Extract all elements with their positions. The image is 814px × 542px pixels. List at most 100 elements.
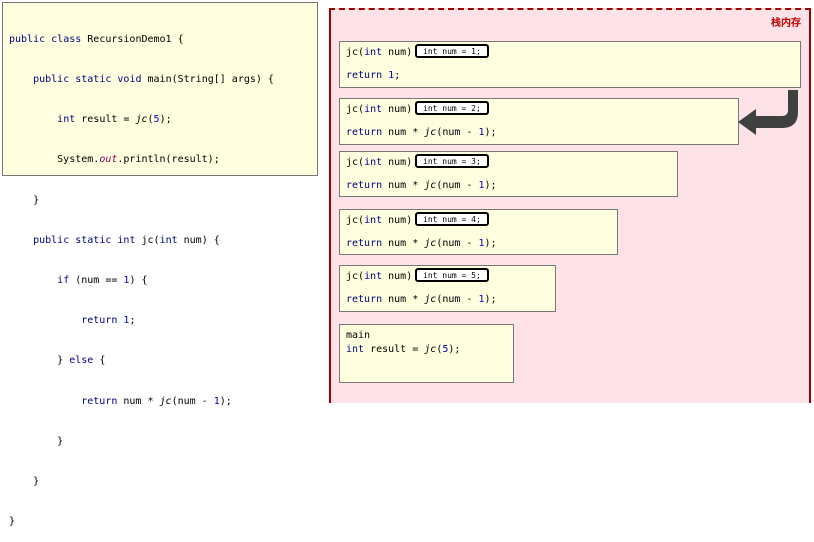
frame-return: return num * jc(num - 1); — [346, 238, 497, 249]
kw-else: else — [69, 355, 94, 367]
stack-frame-num-5: jc(int num) int num = 5; return num * jc… — [339, 265, 556, 312]
frame-return: return num * jc(num - 1); — [346, 127, 497, 138]
code-text: ); — [484, 127, 497, 138]
code-line-1: public class RecursionDemo1 { — [9, 33, 311, 46]
frame-title: main — [346, 330, 371, 341]
method-call: jc — [424, 294, 437, 305]
signature-name: jc( — [346, 215, 365, 226]
kw-return: return — [346, 238, 383, 249]
signature-param: num) — [382, 271, 413, 282]
stack-frame-num-4: jc(int num) int num = 4; return num * jc… — [339, 209, 618, 255]
kw-return: return — [81, 315, 118, 327]
method-call: jc — [424, 127, 437, 138]
frame-signature: jc(int num) — [346, 215, 412, 226]
stack-frame-main: main int result = jc(5); — [339, 324, 514, 383]
kw-int: int — [364, 215, 383, 226]
kw-if: if — [57, 275, 70, 287]
kw-int: int — [346, 344, 365, 355]
code-text: } — [9, 516, 16, 528]
param-badge: int num = 5; — [415, 268, 489, 282]
frame-return: return num * jc(num - 1); — [346, 294, 497, 305]
kw-int: int — [159, 234, 178, 246]
code-line-2: public static void main(String[] args) { — [9, 73, 311, 86]
code-text: ); — [484, 180, 497, 191]
code-text: ); — [159, 114, 172, 126]
code-text: ); — [219, 395, 232, 407]
code-text: result = — [75, 114, 136, 126]
code-text: } — [9, 435, 64, 447]
param-badge: int num = 1; — [415, 44, 489, 58]
kw-int: int — [364, 47, 383, 58]
code-line-3: int result = jc(5); — [9, 113, 311, 126]
code-line-6: public static int jc(int num) { — [9, 234, 311, 247]
kw-public: public — [33, 234, 70, 246]
code-text: { — [93, 355, 106, 367]
code-text: } — [9, 194, 40, 206]
frame-main-line: int result = jc(5); — [346, 344, 460, 355]
code-text: num * — [382, 238, 425, 249]
code-panel: public class RecursionDemo1 { public sta… — [2, 2, 318, 527]
code-text: num * — [382, 127, 425, 138]
param-badge: int num = 3; — [415, 154, 489, 168]
signature-param: num) — [382, 157, 413, 168]
param-badge: int num = 2; — [415, 101, 489, 115]
kw-public: public — [33, 74, 70, 86]
kw-int: int — [364, 157, 383, 168]
kw-int: int — [364, 271, 383, 282]
code-line-5: } — [9, 194, 311, 207]
code-text: result = — [364, 344, 425, 355]
signature-param: num) — [382, 215, 413, 226]
signature-param: num) — [382, 47, 413, 58]
code-line-8: return 1; — [9, 314, 311, 327]
frame-return: return num * jc(num - 1); — [346, 180, 497, 191]
frame-return: return 1; — [346, 70, 400, 81]
code-line-12: } — [9, 475, 311, 488]
code-text: ; — [394, 70, 401, 81]
method-call: jc — [424, 344, 437, 355]
code-text: ; — [129, 315, 136, 327]
signature-param: num) — [382, 104, 413, 115]
param-badge: int num = 4; — [415, 212, 489, 226]
code-text: num) { — [177, 234, 220, 246]
code-text: } — [9, 476, 40, 488]
code-text: num * — [382, 180, 425, 191]
kw-return: return — [346, 70, 383, 81]
method-call: jc — [424, 180, 437, 191]
code-line-9: } else { — [9, 354, 311, 367]
stack-memory-label: 栈内存 — [771, 18, 801, 29]
static-field: out — [99, 154, 118, 166]
code-line-4: System.out.println(result); — [9, 153, 311, 166]
code-text: ); — [484, 294, 497, 305]
signature-name: jc( — [346, 157, 365, 168]
code-text: (num - — [171, 395, 214, 407]
code-text: .println(result); — [117, 154, 220, 166]
code-text: System. — [9, 154, 100, 166]
code-text: (num == — [69, 275, 124, 287]
method-call: jc — [424, 238, 437, 249]
code-text: (num - — [436, 180, 479, 191]
code-text: } — [9, 355, 70, 367]
frame-signature: jc(int num) — [346, 104, 412, 115]
curved-arrow-icon — [738, 90, 798, 135]
code-text: (num - — [436, 127, 479, 138]
kw-int: int — [364, 104, 383, 115]
kw-return: return — [346, 294, 383, 305]
kw-class: class — [51, 33, 82, 45]
code-line-10: return num * jc(num - 1); — [9, 395, 311, 408]
code-text: main(String[] args) { — [141, 74, 274, 86]
code-text: ); — [448, 344, 461, 355]
code-text: (num - — [436, 294, 479, 305]
code-line-11: } — [9, 435, 311, 448]
signature-name: jc( — [346, 271, 365, 282]
stack-frame-num-1: jc(int num) int num = 1; return 1; — [339, 41, 801, 88]
frame-signature: jc(int num) — [346, 47, 412, 58]
code-line-13: } — [9, 515, 311, 528]
code-text: jc( — [135, 234, 160, 246]
code-text: ); — [484, 238, 497, 249]
